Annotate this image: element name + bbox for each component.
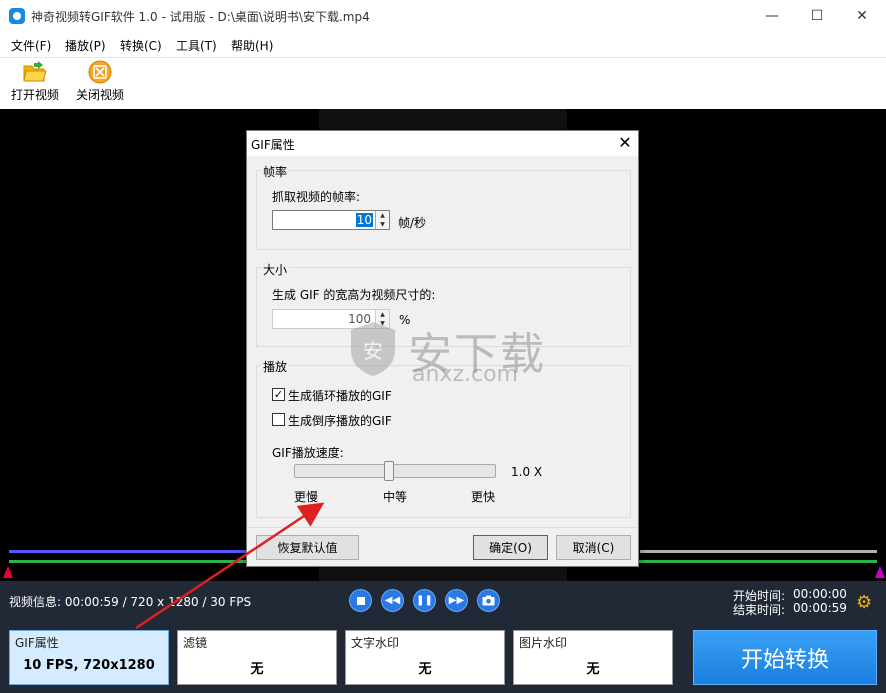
text-watermark-card-value: 无 [418, 662, 432, 677]
size-group-title: 大小 [261, 261, 290, 278]
menu-file[interactable]: 文件(F) [11, 37, 51, 54]
menu-help[interactable]: 帮助(H) [231, 37, 273, 54]
image-watermark-card-value: 无 [586, 662, 600, 677]
framerate-stepper[interactable]: 10 ▲ ▼ [272, 210, 390, 230]
end-time-value: 00:00:59 [793, 601, 847, 615]
reverse-label: 生成倒序播放的GIF [288, 414, 392, 428]
ok-button[interactable]: 确定(O) [473, 535, 548, 560]
close-video-label: 关闭视频 [75, 88, 124, 102]
pause-icon: ❚❚ [416, 595, 433, 606]
gear-icon[interactable]: ⚙ [856, 594, 874, 612]
framerate-group-title: 帧率 [261, 163, 290, 180]
speed-value: 1.0 X [511, 465, 543, 479]
stop-icon [356, 596, 365, 605]
playback-group-title: 播放 [261, 358, 290, 375]
open-video-button[interactable]: 打开视频 [9, 60, 61, 106]
end-marker-icon[interactable] [875, 566, 885, 578]
start-convert-button[interactable]: 开始转换 [693, 630, 877, 685]
speed-fast-label: 更快 [471, 490, 496, 504]
framerate-label: 抓取视频的帧率: [272, 190, 361, 204]
reverse-checkbox[interactable] [272, 413, 285, 426]
speed-slider[interactable] [294, 464, 496, 478]
close-video-icon [88, 60, 112, 84]
svg-text:安: 安 [363, 339, 383, 363]
filter-card-title: 滤镜 [183, 636, 208, 650]
toolbar [0, 57, 886, 109]
start-marker-icon[interactable] [3, 566, 13, 578]
loop-label: 生成循环播放的GIF [288, 389, 392, 403]
rewind-button[interactable]: ◀◀ [381, 589, 404, 612]
timeline-remaining [640, 550, 877, 553]
camera-icon [482, 595, 495, 606]
forward-icon: ▶▶ [448, 595, 465, 606]
text-watermark-card-title: 文字水印 [351, 636, 400, 650]
loop-checkbox[interactable]: ✓ [272, 388, 285, 401]
speed-label: GIF播放速度: [272, 446, 344, 460]
dialog-title: GIF属性 [251, 138, 295, 152]
framerate-unit: 帧/秒 [398, 216, 427, 230]
snapshot-button[interactable] [477, 589, 500, 612]
menu-play[interactable]: 播放(P) [65, 37, 106, 54]
watermark-shield-icon: 安 [351, 322, 395, 376]
menu-tools[interactable]: 工具(T) [176, 37, 217, 54]
gif-card-title: GIF属性 [15, 636, 59, 650]
filter-card[interactable]: 滤镜 无 [177, 630, 337, 685]
folder-open-icon [23, 61, 47, 82]
pause-button[interactable]: ❚❚ [413, 589, 436, 612]
image-watermark-card[interactable]: 图片水印 无 [513, 630, 673, 685]
reset-defaults-button[interactable]: 恢复默认值 [256, 535, 359, 560]
speed-slow-label: 更慢 [294, 490, 319, 504]
close-video-button[interactable]: 关闭视频 [74, 60, 126, 106]
forward-button[interactable]: ▶▶ [445, 589, 468, 612]
end-time-label: 结束时间: [733, 603, 786, 617]
text-watermark-card[interactable]: 文字水印 无 [345, 630, 505, 685]
spin-arrows-icon[interactable]: ▲ ▼ [375, 211, 389, 229]
window-title: 神奇视频转GIF软件 1.0 - 试用版 - D:\桌面\说明书\安下载.mp4 [31, 10, 370, 24]
app-icon [9, 8, 25, 24]
filter-card-value: 无 [250, 662, 264, 677]
image-watermark-card-title: 图片水印 [519, 636, 568, 650]
watermark-subtext: anxz.com [412, 362, 518, 387]
start-time-value: 00:00:00 [793, 587, 847, 601]
timeline-progress [9, 550, 249, 553]
check-icon: ✓ [273, 388, 284, 401]
cancel-button[interactable]: 取消(C) [556, 535, 631, 560]
stop-button[interactable] [349, 589, 372, 612]
size-label: 生成 GIF 的宽高为视频尺寸的: [272, 288, 436, 302]
video-info: 视频信息: 00:00:59 / 720 x 1280 / 30 FPS [9, 595, 252, 609]
dialog-title-bar [247, 131, 638, 156]
minimize-button[interactable]: — [750, 0, 794, 32]
close-button[interactable]: ✕ [840, 0, 884, 32]
speed-slider-thumb[interactable] [384, 461, 395, 481]
framerate-value: 10 [355, 213, 373, 227]
speed-medium-label: 中等 [383, 490, 408, 504]
gif-card-value: 10 FPS, 720x1280 [23, 658, 155, 673]
menu-convert[interactable]: 转换(C) [120, 37, 162, 54]
open-video-label: 打开视频 [10, 88, 59, 102]
dialog-close-button[interactable]: ✕ [614, 131, 636, 154]
dialog-divider [247, 527, 638, 528]
gif-properties-card[interactable]: GIF属性 10 FPS, 720x1280 [9, 630, 169, 685]
rewind-icon: ◀◀ [384, 595, 401, 606]
maximize-button[interactable]: ☐ [795, 0, 839, 32]
